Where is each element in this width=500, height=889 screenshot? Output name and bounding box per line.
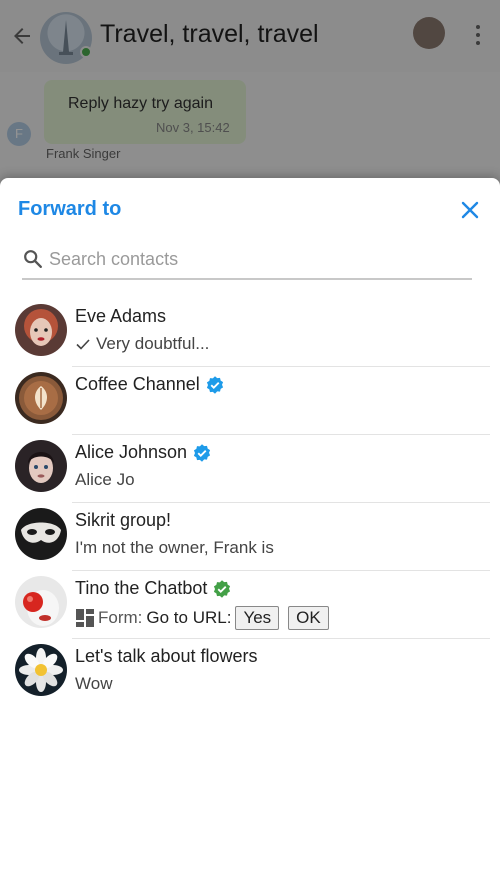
form-button-yes[interactable]: Yes	[235, 606, 280, 630]
verified-badge-icon	[214, 579, 231, 598]
avatar	[15, 440, 67, 492]
form-button-ok[interactable]: OK	[288, 606, 329, 630]
check-icon	[76, 339, 90, 350]
message-preview: Very doubtful...	[96, 334, 210, 353]
contact-eve-adams[interactable]: Eve Adams Very doubtful...	[0, 298, 500, 366]
contact-name: Tino the Chatbot	[75, 578, 208, 598]
message-preview: I'm not the owner, Frank is	[75, 538, 274, 557]
verified-badge-icon	[193, 443, 211, 462]
contact-name: Sikrit group!	[75, 510, 172, 530]
search-icon	[24, 250, 42, 268]
contact-name: Coffee Channel	[75, 374, 200, 394]
divider	[72, 638, 490, 639]
sheet-title: Forward to	[18, 198, 122, 220]
divider	[72, 366, 490, 367]
contact-sikrit-group[interactable]: Sikrit group! I'm not the owner, Frank i…	[0, 502, 500, 570]
forward-sheet: Forward to Eve Adams	[0, 178, 500, 889]
contact-tino-the-chatbot[interactable]: Tino the Chatbot Form: Go to URL: Yes OK	[0, 570, 500, 638]
avatar	[15, 304, 67, 356]
divider	[72, 434, 490, 435]
search-input[interactable]	[49, 244, 469, 274]
contact-coffee-channel[interactable]: Coffee Channel	[0, 366, 500, 434]
divider	[72, 502, 490, 503]
avatar	[15, 644, 67, 696]
contact-alice-johnson[interactable]: Alice Johnson Alice Jo	[0, 434, 500, 502]
message-preview: Wow	[75, 674, 113, 693]
contact-name: Alice Johnson	[75, 442, 188, 462]
contact-name: Eve Adams	[75, 306, 167, 326]
search-bar	[22, 242, 472, 280]
avatar	[15, 508, 67, 560]
verified-badge-icon	[206, 375, 223, 394]
divider	[72, 570, 490, 571]
avatar	[15, 576, 67, 628]
close-icon[interactable]	[458, 198, 482, 222]
message-preview: Alice Jo	[75, 470, 135, 489]
avatar	[15, 372, 67, 424]
contact-name: Let's talk about flowers	[75, 646, 258, 666]
form-text: Go to URL:	[146, 608, 232, 627]
form-icon	[76, 609, 94, 627]
form-label: Form:	[98, 608, 143, 627]
contact-flowers[interactable]: Let's talk about flowers Wow	[0, 638, 500, 706]
